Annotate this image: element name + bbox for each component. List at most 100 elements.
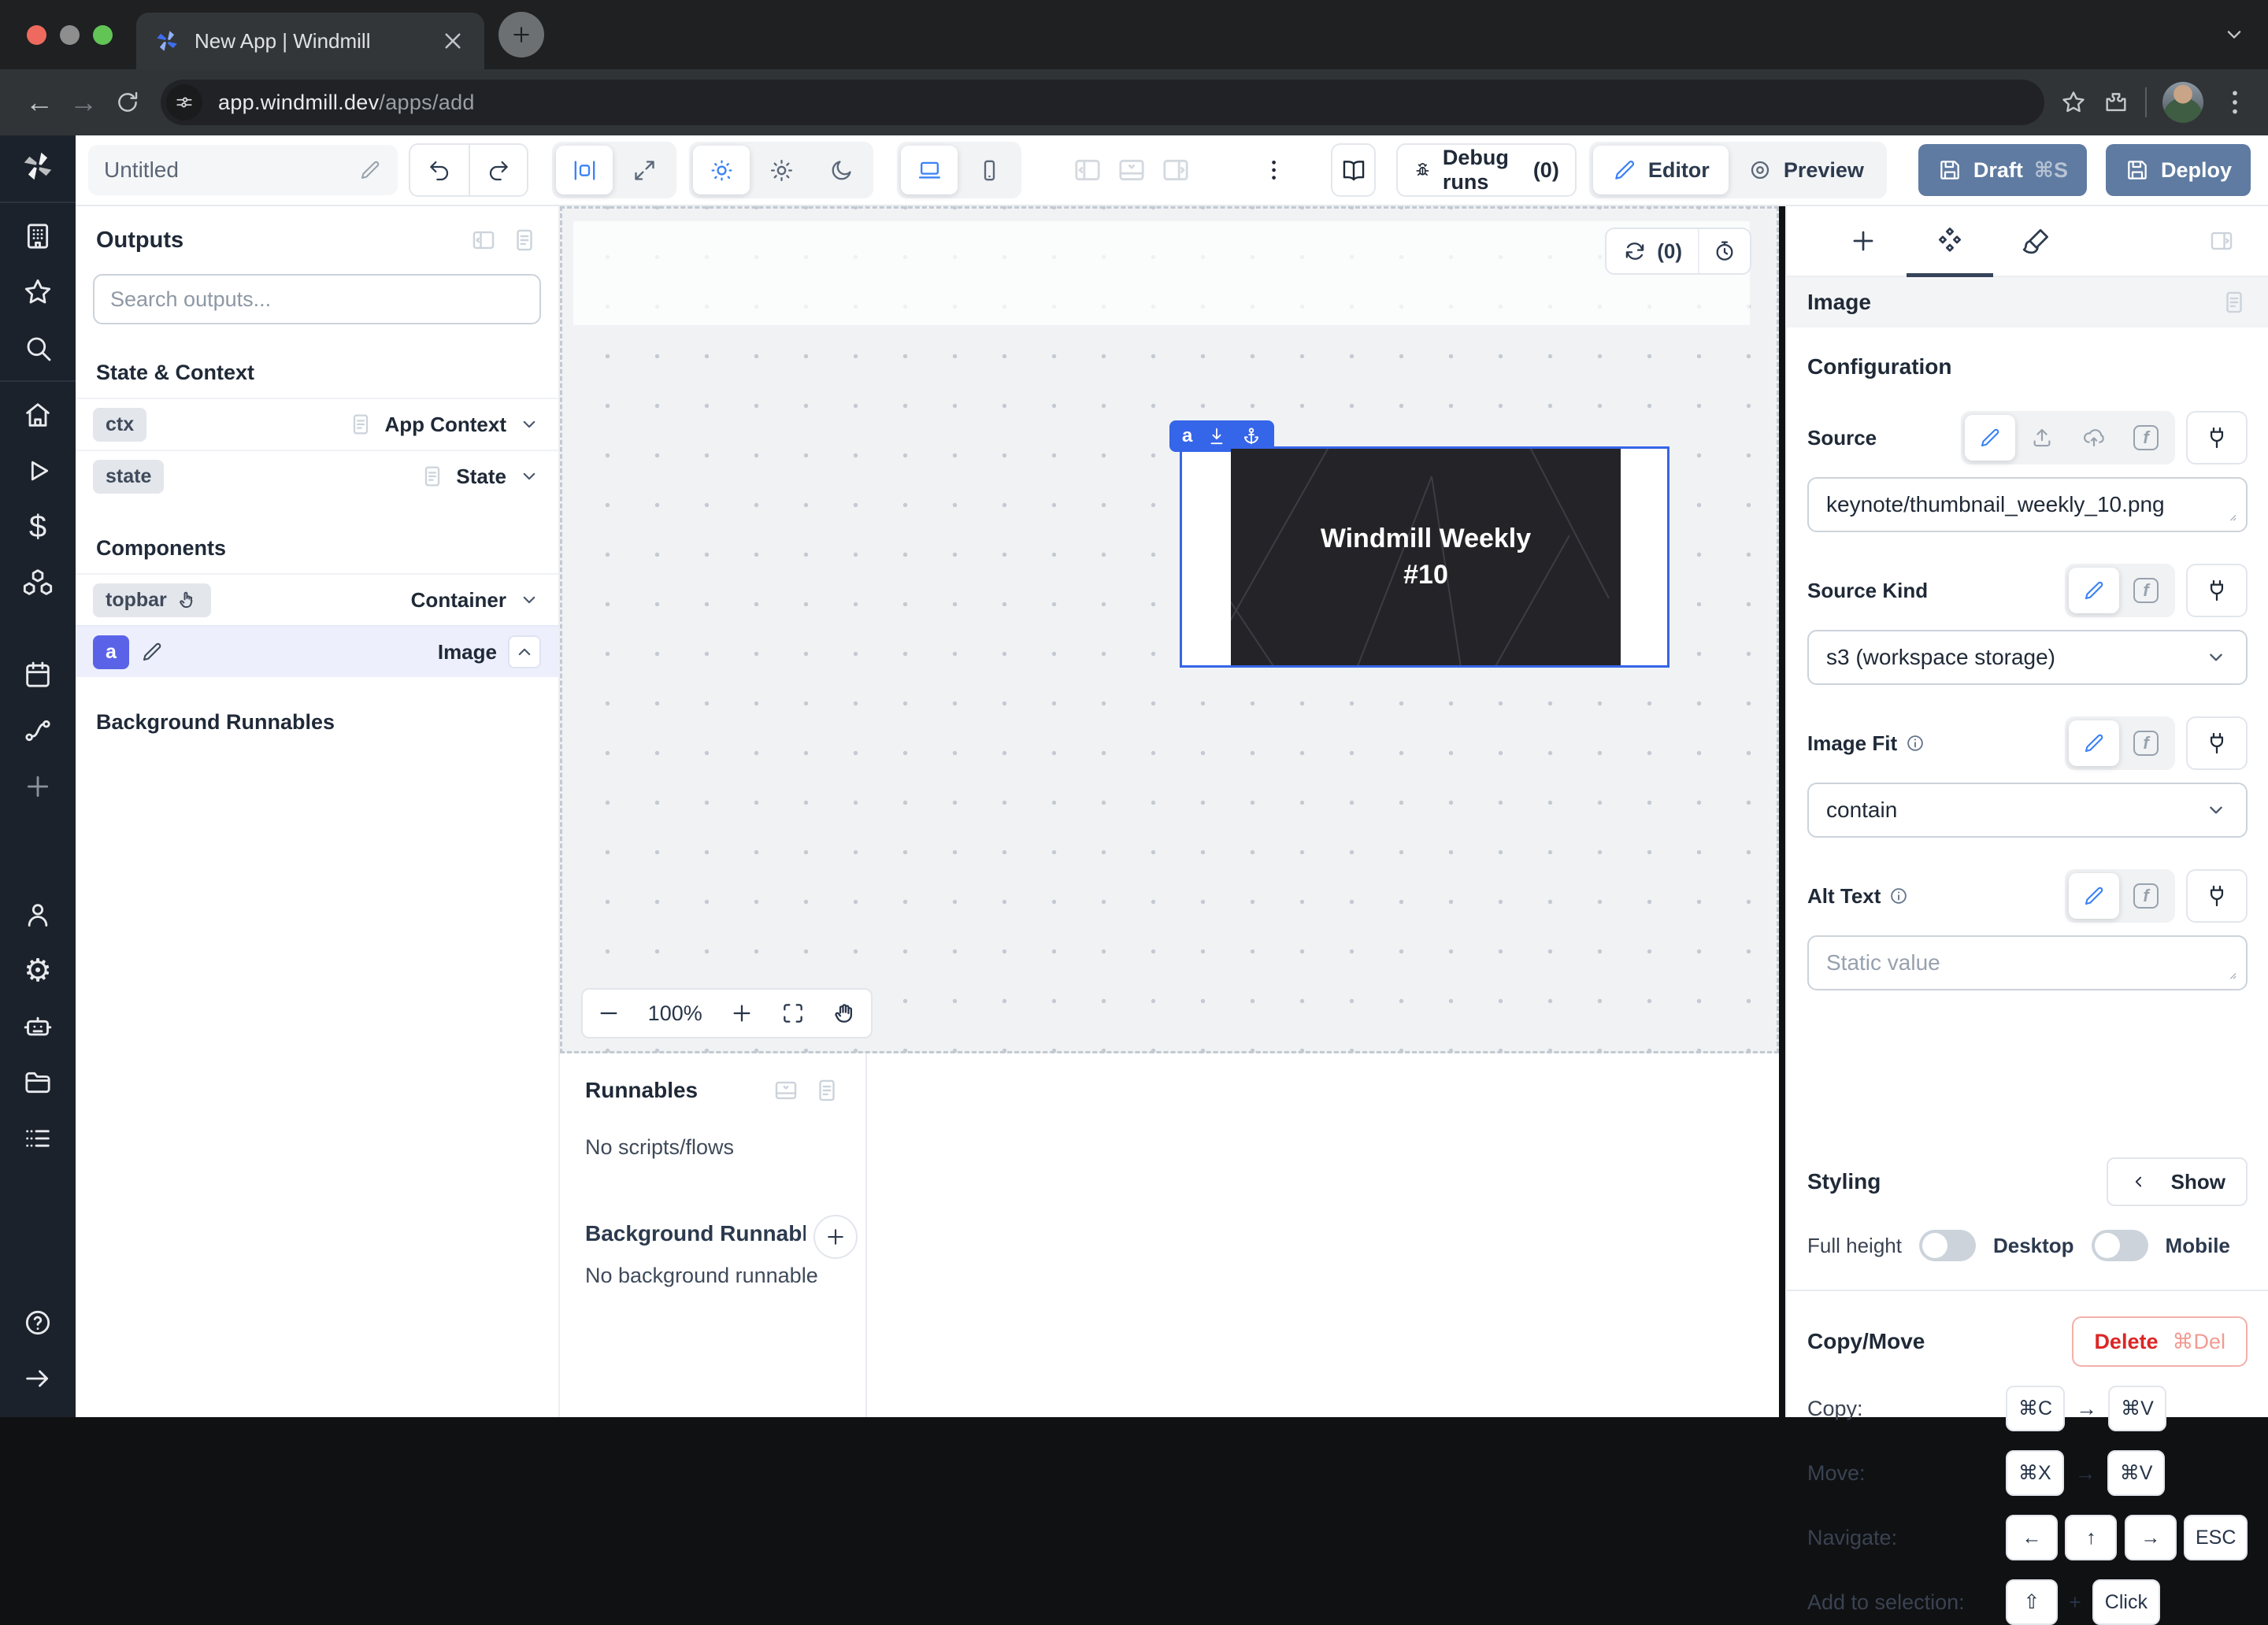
connect-plug-icon[interactable] [2186,869,2248,923]
refresh-button[interactable]: (0) [1606,229,1698,273]
static-mode-pencil-icon[interactable] [2069,873,2119,919]
sidebar-folders-icon[interactable] [0,1054,76,1110]
fullwidth-layout-button[interactable] [616,146,673,194]
sidebar-workers-icon[interactable] [0,998,76,1054]
reload-button[interactable] [106,80,150,124]
static-mode-pencil-icon[interactable] [1965,415,2015,461]
chevron-down-icon[interactable] [517,413,541,436]
desktop-view-button[interactable] [901,146,958,194]
history-button[interactable] [1698,229,1750,273]
full-height-desktop-toggle[interactable] [1919,1230,1976,1261]
delete-component-button[interactable]: Delete ⌘Del [2072,1316,2248,1367]
resize-handle-icon[interactable] [2225,510,2240,524]
show-styling-button[interactable]: Show [2107,1157,2248,1206]
preview-tab[interactable]: Preview [1729,146,1883,194]
sidebar-help-icon[interactable] [0,1294,76,1350]
pan-hand-icon[interactable] [832,1001,858,1026]
sidebar-home-icon[interactable] [0,387,76,442]
static-mode-pencil-icon[interactable] [2069,720,2119,766]
tab-search-chevron-icon[interactable] [2221,21,2248,48]
bookmark-star-icon[interactable] [2060,89,2087,116]
back-button[interactable]: ← [17,80,61,124]
component-row-a-selected[interactable]: a Image [76,625,558,677]
static-mode-pencil-icon[interactable] [2069,568,2119,613]
info-icon[interactable] [1888,886,1909,906]
anchor-icon[interactable] [1241,426,1262,446]
search-input[interactable] [101,287,533,312]
close-tab-icon[interactable] [439,27,467,55]
fx-mode-icon[interactable]: f [2121,415,2171,461]
deploy-button[interactable]: Deploy [2106,144,2251,196]
info-icon[interactable] [1905,733,1925,753]
sidebar-search-icon[interactable] [0,320,76,376]
component-row-topbar[interactable]: topbar Container [76,573,558,625]
topbar-badge[interactable]: topbar [93,583,211,617]
toggle-right-panel-icon[interactable] [1160,154,1191,186]
more-options-icon[interactable] [1261,153,1287,187]
sidebar-settings-gear-icon[interactable]: ⚙ [0,942,76,998]
sidebar-audit-logs-icon[interactable] [0,1110,76,1166]
chevron-down-icon[interactable] [517,465,541,488]
fx-mode-icon[interactable]: f [2121,873,2171,919]
connect-plug-icon[interactable] [2186,564,2248,617]
doc-view-icon[interactable] [813,1077,840,1104]
fx-mode-icon[interactable]: f [2121,568,2171,613]
selected-image-component[interactable]: a Windmill Weekly #10 [1180,446,1670,668]
outputs-search[interactable] [93,274,541,324]
sidebar-add-icon[interactable] [0,758,76,814]
state-badge[interactable]: state [93,460,164,494]
rename-pencil-icon[interactable] [140,640,164,664]
center-layout-button[interactable] [556,146,613,194]
redo-button[interactable] [469,145,527,195]
debug-runs-button[interactable]: Debug runs (0) [1396,143,1577,197]
toggle-bottom-panel-icon[interactable] [1116,154,1147,186]
styling-tab[interactable] [1993,206,2080,276]
sidebar-users-icon[interactable] [0,887,76,942]
image-fit-select[interactable]: contain [1807,783,2248,838]
sidebar-favorites-icon[interactable] [0,264,76,320]
app-canvas[interactable]: (0) a Windmill Weekly #10 100% [560,206,1779,1053]
source-value-input[interactable] [1814,492,2241,517]
app-title-field[interactable]: Untitled [88,145,398,195]
collapse-panel-icon[interactable] [470,227,497,254]
insert-component-tab[interactable] [1820,206,1907,276]
toggle-left-panel-icon[interactable] [1072,154,1103,186]
upload-icon[interactable] [2017,415,2067,461]
zoom-window-button[interactable] [93,25,113,45]
alt-text-input[interactable] [1807,935,2248,990]
windmill-logo[interactable] [0,135,76,197]
connect-plug-icon[interactable] [2186,716,2248,770]
forward-button[interactable]: → [61,80,106,124]
add-background-runnable-button[interactable] [813,1215,858,1259]
sidebar-routes-icon[interactable] [0,702,76,758]
resize-handle-icon[interactable] [2225,968,2240,983]
sidebar-workspace-icon[interactable] [0,208,76,264]
chevron-down-icon[interactable] [517,588,541,612]
extensions-puzzle-icon[interactable] [2103,89,2129,116]
collapse-bottom-panel-icon[interactable] [773,1077,799,1104]
ctx-badge[interactable]: ctx [93,408,146,442]
address-bar[interactable]: app.windmill.dev/apps/add [161,80,2044,125]
fit-view-icon[interactable] [780,1001,806,1026]
settings-tab[interactable] [1907,206,1993,276]
full-height-mobile-toggle[interactable] [2092,1230,2148,1261]
sidebar-runs-icon[interactable] [0,442,76,498]
chevron-up-icon[interactable] [508,635,541,668]
minimize-window-button[interactable] [60,25,80,45]
output-row-state[interactable]: state State [76,450,558,502]
site-settings-icon[interactable] [166,84,202,120]
dark-theme-button[interactable] [813,146,869,194]
sidebar-expand-icon[interactable] [0,1350,76,1406]
sidebar-schedules-icon[interactable] [0,646,76,702]
edit-title-pencil-icon[interactable] [358,158,382,182]
light-theme-button[interactable] [753,146,810,194]
cloud-upload-icon[interactable] [2069,415,2119,461]
doc-view-icon[interactable] [511,227,538,254]
editor-tab[interactable]: Editor [1593,146,1729,194]
alt-text-value-input[interactable] [1814,950,2241,975]
undo-button[interactable] [410,145,469,195]
source-kind-select[interactable]: s3 (workspace storage) [1807,630,2248,685]
collapse-right-panel-icon[interactable] [2208,206,2235,276]
expand-down-icon[interactable] [1206,426,1227,446]
close-window-button[interactable] [27,25,46,45]
